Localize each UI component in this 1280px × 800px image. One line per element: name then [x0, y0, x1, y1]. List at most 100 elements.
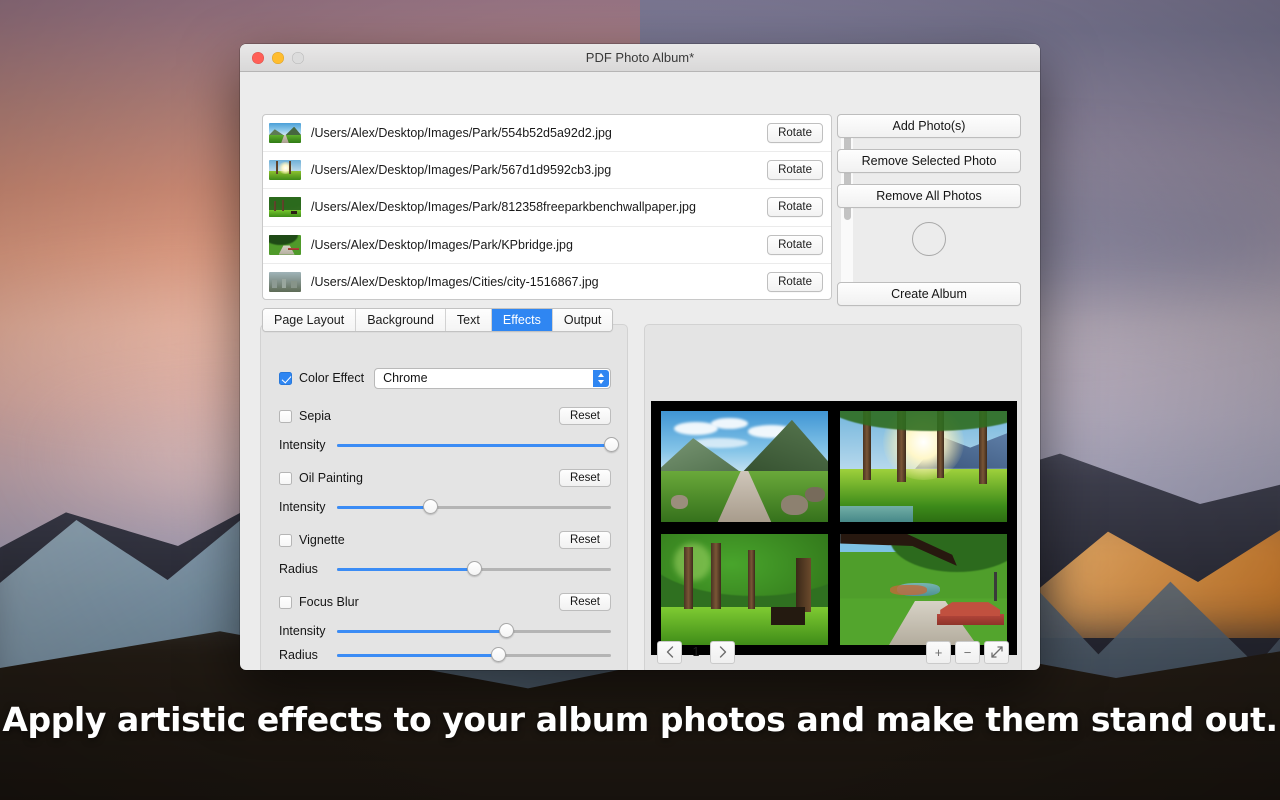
next-page-button[interactable] [710, 640, 735, 664]
preview-photo-park-trees-bench[interactable] [661, 534, 828, 645]
photo-thumbnail [269, 197, 301, 218]
table-row[interactable]: /Users/Alex/Desktop/Images/Park/567d1d95… [263, 152, 831, 190]
create-album-button[interactable]: Create Album [837, 282, 1021, 306]
sepia-checkbox[interactable] [279, 409, 292, 423]
slider-label: Intensity [279, 624, 326, 638]
photo-grid [661, 411, 1007, 645]
table-row[interactable]: /Users/Alex/Desktop/Images/Park/554b52d5… [263, 115, 831, 153]
vignette-radius-slider[interactable] [337, 560, 611, 578]
action-button-panel: Add Photo(s) Remove Selected Photo Remov… [837, 114, 1021, 306]
oil-painting-row: Oil Painting Reset [279, 467, 611, 489]
zoom-in-button[interactable]: + [926, 640, 951, 664]
preview-panel: 1 + − [644, 324, 1022, 670]
color-effect-row: Color Effect Chrome [279, 367, 611, 389]
minimize-button[interactable] [272, 51, 284, 64]
traffic-lights [252, 51, 304, 64]
window-body: /Users/Alex/Desktop/Images/Park/554b52d5… [240, 72, 1040, 670]
rotate-button[interactable]: Rotate [767, 197, 823, 218]
file-path: /Users/Alex/Desktop/Images/Park/554b52d5… [311, 126, 612, 141]
sepia-row: Sepia Reset [279, 405, 611, 427]
table-row[interactable]: /Users/Alex/Desktop/Images/Park/812358fr… [263, 189, 831, 227]
chevron-updown-icon[interactable] [593, 369, 609, 387]
window-titlebar[interactable]: PDF Photo Album* [240, 44, 1040, 72]
add-photos-button[interactable]: Add Photo(s) [837, 114, 1021, 138]
close-button[interactable] [252, 51, 264, 64]
chevron-right-icon [719, 646, 726, 658]
rotate-button[interactable]: Rotate [767, 160, 823, 181]
table-row[interactable]: /Users/Alex/Desktop/Images/Park/KPbridge… [263, 227, 831, 264]
file-path: /Users/Alex/Desktop/Images/Park/567d1d95… [311, 163, 612, 178]
rotate-button[interactable]: Rotate [767, 234, 823, 255]
rotate-button[interactable]: Rotate [767, 272, 823, 293]
vignette-reset-button[interactable]: Reset [558, 531, 611, 549]
slider-label: Radius [279, 648, 318, 662]
focus-blur-radius-slider[interactable] [337, 646, 611, 664]
preview-toolbar: 1 + − [645, 637, 1021, 667]
expand-icon [990, 646, 1003, 658]
focus-blur-reset-button[interactable]: Reset [558, 593, 611, 611]
photo-file-list[interactable]: /Users/Alex/Desktop/Images/Park/554b52d5… [262, 114, 832, 300]
tab-output[interactable]: Output [552, 309, 613, 331]
focus-blur-intensity-row: Intensity [279, 619, 611, 643]
focus-blur-row: Focus Blur Reset [279, 591, 611, 613]
oil-painting-reset-button[interactable]: Reset [558, 469, 611, 487]
zoom-out-button[interactable]: − [955, 640, 980, 664]
sepia-reset-button[interactable]: Reset [558, 407, 611, 425]
chevron-left-icon [666, 646, 673, 658]
app-window: PDF Photo Album* /Users/Alex/Desktop/Ima… [240, 44, 1040, 670]
marketing-caption: Apply artistic effects to your album pho… [2, 700, 1278, 739]
sepia-intensity-row: Intensity [279, 433, 619, 457]
file-path: /Users/Alex/Desktop/Images/Cities/city-1… [311, 275, 599, 290]
window-title: PDF Photo Album* [585, 50, 695, 65]
effects-controls: Color Effect Chrome Sepia Reset Intensit… [279, 367, 619, 670]
preview-zoom-controls: + − [926, 640, 1009, 664]
remove-selected-photo-button[interactable]: Remove Selected Photo [837, 149, 1021, 173]
slider-label: Radius [279, 562, 318, 576]
slider-label: Intensity [279, 438, 326, 452]
oil-painting-intensity-slider[interactable] [337, 498, 611, 516]
file-path: /Users/Alex/Desktop/Images/Park/KPbridge… [311, 237, 573, 252]
oil-painting-intensity-row: Intensity [279, 495, 611, 519]
table-row[interactable]: /Users/Alex/Desktop/Images/Cities/city-1… [263, 264, 831, 299]
vignette-radius-row: Radius [279, 557, 611, 581]
preview-photo-mountain-road[interactable] [661, 411, 828, 522]
color-effect-checkbox[interactable] [279, 371, 292, 385]
settings-tabbar: Page Layout Background Text Effects Outp… [262, 308, 614, 332]
slider-label: Intensity [279, 500, 326, 514]
sepia-intensity-slider[interactable] [337, 436, 619, 454]
preview-photo-park-bridge[interactable] [840, 534, 1007, 645]
effects-panel: Color Effect Chrome Sepia Reset Intensit… [260, 324, 628, 670]
oil-painting-checkbox[interactable] [279, 471, 292, 485]
focus-blur-checkbox[interactable] [279, 595, 292, 609]
focus-blur-edge-row: Edge [279, 667, 611, 670]
photo-thumbnail [269, 160, 301, 181]
fit-to-window-button[interactable] [984, 640, 1009, 664]
focus-blur-intensity-slider[interactable] [337, 622, 611, 640]
tab-text[interactable]: Text [445, 309, 492, 331]
tab-effects[interactable]: Effects [491, 309, 553, 331]
preview-photo-sunlit-forest[interactable] [840, 411, 1007, 522]
oil-painting-label: Oil Painting [299, 471, 363, 485]
album-page-preview[interactable] [651, 401, 1017, 655]
photo-thumbnail [269, 272, 301, 293]
focus-blur-label: Focus Blur [299, 595, 359, 609]
page-number[interactable]: 1 [682, 645, 710, 659]
color-effect-value: Chrome [383, 371, 428, 385]
file-path: /Users/Alex/Desktop/Images/Park/812358fr… [311, 200, 696, 215]
sepia-label: Sepia [299, 409, 331, 423]
photo-thumbnail [269, 234, 301, 255]
focus-blur-radius-row: Radius [279, 643, 611, 667]
previous-page-button[interactable] [657, 640, 682, 664]
color-effect-select[interactable]: Chrome [374, 367, 611, 389]
vignette-row: Vignette Reset [279, 529, 611, 551]
tab-background[interactable]: Background [356, 309, 446, 331]
progress-spinner [912, 222, 946, 256]
vignette-label: Vignette [299, 533, 345, 547]
vignette-checkbox[interactable] [279, 533, 292, 547]
remove-all-photos-button[interactable]: Remove All Photos [837, 184, 1021, 208]
color-effect-label: Color Effect [299, 371, 365, 385]
rotate-button[interactable]: Rotate [767, 123, 823, 144]
zoom-button [292, 51, 304, 64]
photo-thumbnail [269, 123, 301, 144]
tab-page-layout[interactable]: Page Layout [263, 309, 357, 331]
